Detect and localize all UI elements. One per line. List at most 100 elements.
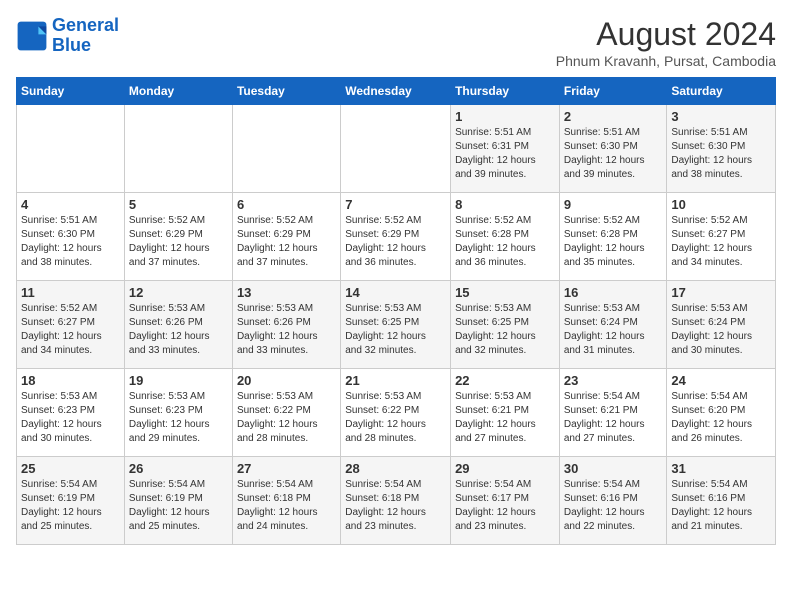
day-info: Sunrise: 5:51 AM Sunset: 6:30 PM Dayligh…	[21, 214, 120, 270]
calendar-cell: 22 Sunrise: 5:53 AM Sunset: 6:21 PM Dayli…	[451, 369, 560, 457]
day-info: Sunrise: 5:52 AM Sunset: 6:28 PM Dayligh…	[455, 214, 555, 270]
day-number: 19	[129, 373, 228, 388]
day-number: 29	[455, 461, 555, 476]
day-number: 30	[564, 461, 663, 476]
day-number: 11	[21, 285, 120, 300]
day-number: 25	[21, 461, 120, 476]
calendar-cell: 12 Sunrise: 5:53 AM Sunset: 6:26 PM Dayli…	[124, 281, 232, 369]
calendar-cell	[232, 105, 340, 193]
day-number: 14	[345, 285, 446, 300]
calendar-cell: 15Sunrise: 5:53 AM Sunset: 6:25 PM Dayli…	[451, 281, 560, 369]
day-info: Sunrise: 5:54 AM Sunset: 6:21 PM Dayligh…	[564, 390, 663, 446]
day-header-friday: Friday	[559, 78, 667, 105]
day-number: 2	[564, 109, 663, 124]
day-info: Sunrise: 5:53 AM Sunset: 6:23 PM Dayligh…	[129, 390, 228, 446]
logo-line1: General	[52, 15, 119, 35]
day-info: Sunrise: 5:53 AM Sunset: 6:24 PM Dayligh…	[564, 302, 663, 358]
calendar-week-row: 18 Sunrise: 5:53 AM Sunset: 6:23 PM Dayli…	[17, 369, 776, 457]
day-number: 28	[345, 461, 446, 476]
day-number: 7	[345, 197, 446, 212]
calendar-cell: 28 Sunrise: 5:54 AM Sunset: 6:18 PM Dayli…	[341, 457, 451, 545]
calendar-body: 1Sunrise: 5:51 AM Sunset: 6:31 PM Daylig…	[17, 105, 776, 545]
day-number: 24	[671, 373, 771, 388]
day-header-monday: Monday	[124, 78, 232, 105]
day-number: 26	[129, 461, 228, 476]
day-info: Sunrise: 5:52 AM Sunset: 6:27 PM Dayligh…	[21, 302, 120, 358]
calendar-header-row: SundayMondayTuesdayWednesdayThursdayFrid…	[17, 78, 776, 105]
day-info: Sunrise: 5:53 AM Sunset: 6:26 PM Dayligh…	[129, 302, 228, 358]
day-number: 31	[671, 461, 771, 476]
day-info: Sunrise: 5:53 AM Sunset: 6:22 PM Dayligh…	[345, 390, 446, 446]
day-number: 12	[129, 285, 228, 300]
calendar-cell: 24 Sunrise: 5:54 AM Sunset: 6:20 PM Dayli…	[667, 369, 776, 457]
calendar-cell: 14Sunrise: 5:53 AM Sunset: 6:25 PM Dayli…	[341, 281, 451, 369]
day-info: Sunrise: 5:54 AM Sunset: 6:18 PM Dayligh…	[345, 478, 446, 534]
calendar-cell: 27 Sunrise: 5:54 AM Sunset: 6:18 PM Dayli…	[232, 457, 340, 545]
day-number: 23	[564, 373, 663, 388]
calendar-cell: 16 Sunrise: 5:53 AM Sunset: 6:24 PM Dayli…	[559, 281, 667, 369]
location: Phnum Kravanh, Pursat, Cambodia	[556, 53, 776, 69]
calendar-cell: 10Sunrise: 5:52 AM Sunset: 6:27 PM Dayli…	[667, 193, 776, 281]
day-info: Sunrise: 5:53 AM Sunset: 6:24 PM Dayligh…	[671, 302, 771, 358]
calendar-cell: 26Sunrise: 5:54 AM Sunset: 6:19 PM Dayli…	[124, 457, 232, 545]
day-number: 9	[564, 197, 663, 212]
calendar-cell: 13 Sunrise: 5:53 AM Sunset: 6:26 PM Dayli…	[232, 281, 340, 369]
calendar-cell: 5 Sunrise: 5:52 AM Sunset: 6:29 PM Daylig…	[124, 193, 232, 281]
title-area: August 2024 Phnum Kravanh, Pursat, Cambo…	[556, 16, 776, 69]
day-info: Sunrise: 5:53 AM Sunset: 6:22 PM Dayligh…	[237, 390, 336, 446]
day-info: Sunrise: 5:51 AM Sunset: 6:30 PM Dayligh…	[564, 126, 663, 182]
calendar-cell: 6Sunrise: 5:52 AM Sunset: 6:29 PM Daylig…	[232, 193, 340, 281]
calendar-cell	[341, 105, 451, 193]
day-number: 22	[455, 373, 555, 388]
day-number: 13	[237, 285, 336, 300]
day-info: Sunrise: 5:53 AM Sunset: 6:21 PM Dayligh…	[455, 390, 555, 446]
day-info: Sunrise: 5:54 AM Sunset: 6:20 PM Dayligh…	[671, 390, 771, 446]
day-header-thursday: Thursday	[451, 78, 560, 105]
calendar-cell: 1Sunrise: 5:51 AM Sunset: 6:31 PM Daylig…	[451, 105, 560, 193]
day-number: 18	[21, 373, 120, 388]
calendar-cell: 18 Sunrise: 5:53 AM Sunset: 6:23 PM Dayli…	[17, 369, 125, 457]
day-number: 17	[671, 285, 771, 300]
day-number: 6	[237, 197, 336, 212]
day-info: Sunrise: 5:52 AM Sunset: 6:28 PM Dayligh…	[564, 214, 663, 270]
calendar-cell: 4 Sunrise: 5:51 AM Sunset: 6:30 PM Daylig…	[17, 193, 125, 281]
calendar-cell: 19 Sunrise: 5:53 AM Sunset: 6:23 PM Dayli…	[124, 369, 232, 457]
calendar-cell: 2 Sunrise: 5:51 AM Sunset: 6:30 PM Daylig…	[559, 105, 667, 193]
day-number: 5	[129, 197, 228, 212]
day-number: 4	[21, 197, 120, 212]
day-info: Sunrise: 5:54 AM Sunset: 6:16 PM Dayligh…	[671, 478, 771, 534]
day-info: Sunrise: 5:51 AM Sunset: 6:31 PM Dayligh…	[455, 126, 555, 182]
calendar-cell: 17 Sunrise: 5:53 AM Sunset: 6:24 PM Dayli…	[667, 281, 776, 369]
day-info: Sunrise: 5:54 AM Sunset: 6:18 PM Dayligh…	[237, 478, 336, 534]
calendar-week-row: 4 Sunrise: 5:51 AM Sunset: 6:30 PM Daylig…	[17, 193, 776, 281]
day-number: 21	[345, 373, 446, 388]
calendar-cell: 11 Sunrise: 5:52 AM Sunset: 6:27 PM Dayli…	[17, 281, 125, 369]
calendar-cell: 3Sunrise: 5:51 AM Sunset: 6:30 PM Daylig…	[667, 105, 776, 193]
day-info: Sunrise: 5:52 AM Sunset: 6:29 PM Dayligh…	[345, 214, 446, 270]
calendar-week-row: 11 Sunrise: 5:52 AM Sunset: 6:27 PM Dayli…	[17, 281, 776, 369]
day-number: 20	[237, 373, 336, 388]
month-year: August 2024	[556, 16, 776, 53]
day-number: 8	[455, 197, 555, 212]
calendar-cell: 7 Sunrise: 5:52 AM Sunset: 6:29 PM Daylig…	[341, 193, 451, 281]
calendar-table: SundayMondayTuesdayWednesdayThursdayFrid…	[16, 77, 776, 545]
calendar-cell: 31 Sunrise: 5:54 AM Sunset: 6:16 PM Dayli…	[667, 457, 776, 545]
calendar-cell: 9 Sunrise: 5:52 AM Sunset: 6:28 PM Daylig…	[559, 193, 667, 281]
day-info: Sunrise: 5:52 AM Sunset: 6:29 PM Dayligh…	[129, 214, 228, 270]
calendar-cell: 29Sunrise: 5:54 AM Sunset: 6:17 PM Dayli…	[451, 457, 560, 545]
day-number: 10	[671, 197, 771, 212]
day-info: Sunrise: 5:51 AM Sunset: 6:30 PM Dayligh…	[671, 126, 771, 182]
day-info: Sunrise: 5:54 AM Sunset: 6:16 PM Dayligh…	[564, 478, 663, 534]
calendar-cell	[124, 105, 232, 193]
calendar-cell: 25Sunrise: 5:54 AM Sunset: 6:19 PM Dayli…	[17, 457, 125, 545]
logo-line2: Blue	[52, 35, 91, 55]
day-number: 27	[237, 461, 336, 476]
calendar-cell: 21 Sunrise: 5:53 AM Sunset: 6:22 PM Dayli…	[341, 369, 451, 457]
day-header-tuesday: Tuesday	[232, 78, 340, 105]
day-info: Sunrise: 5:53 AM Sunset: 6:23 PM Dayligh…	[21, 390, 120, 446]
day-number: 16	[564, 285, 663, 300]
day-info: Sunrise: 5:53 AM Sunset: 6:25 PM Dayligh…	[455, 302, 555, 358]
calendar-cell	[17, 105, 125, 193]
logo-text: General Blue	[52, 16, 119, 56]
day-info: Sunrise: 5:53 AM Sunset: 6:26 PM Dayligh…	[237, 302, 336, 358]
